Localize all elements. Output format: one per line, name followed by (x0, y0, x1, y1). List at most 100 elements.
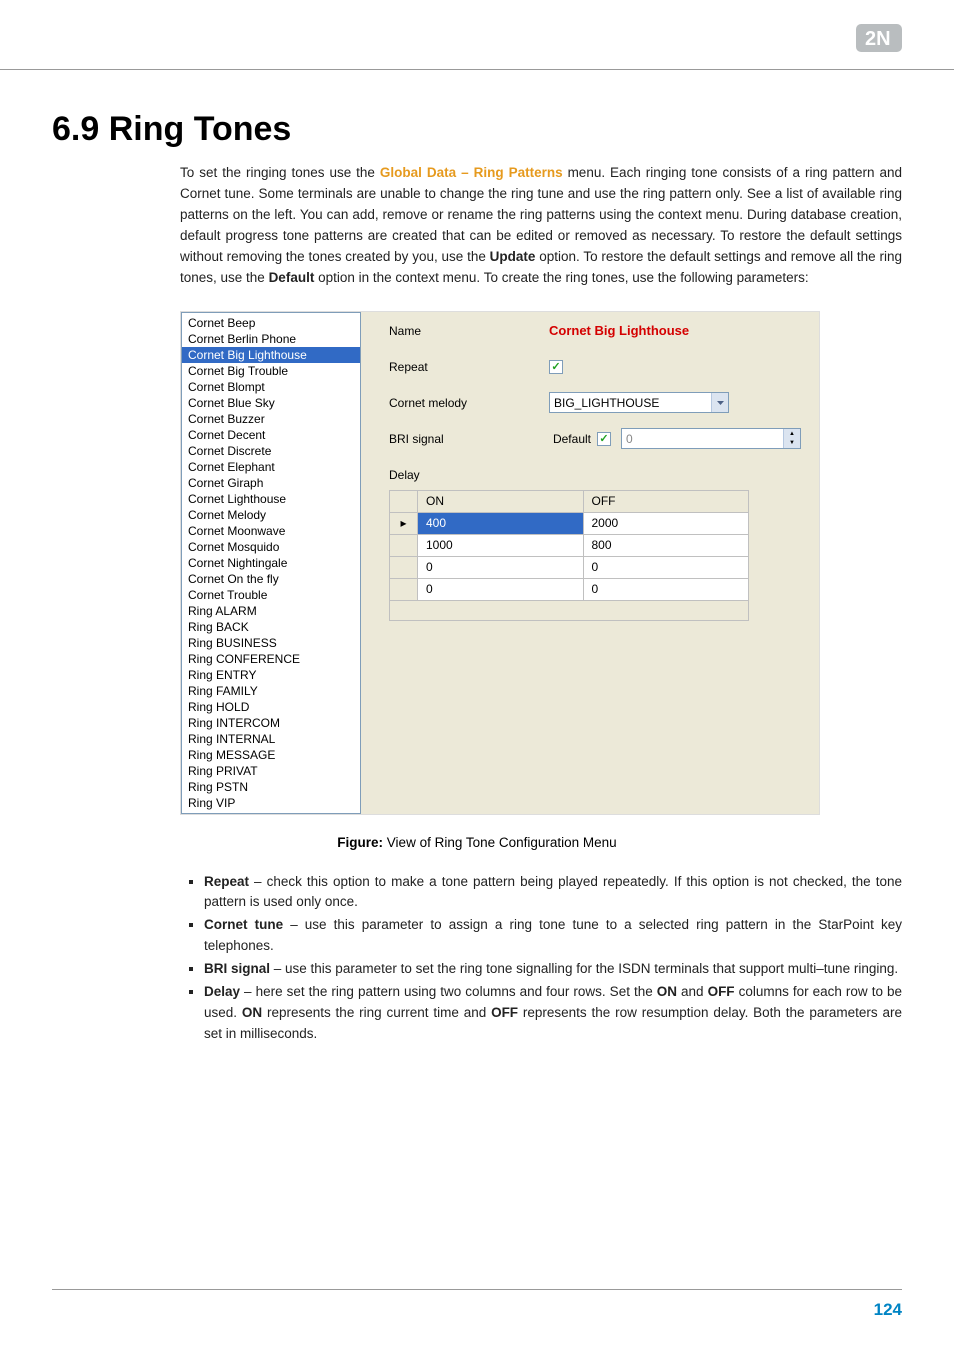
bullet-delay-t4: represents the ring current time and (262, 1005, 491, 1020)
list-item[interactable]: Ring PSTN (182, 779, 360, 795)
brand-logo: 2N (856, 24, 902, 57)
list-item[interactable]: Ring VIP (182, 795, 360, 811)
list-item[interactable]: Cornet Buzzer (182, 411, 360, 427)
bri-signal-spinner[interactable]: 0 ▲ ▼ (621, 428, 801, 449)
cell-off[interactable]: 0 (583, 578, 749, 600)
list-item[interactable]: Cornet Blompt (182, 379, 360, 395)
table-row[interactable]: ▸4002000 (390, 512, 749, 534)
list-item[interactable]: Ring PRIVAT (182, 763, 360, 779)
bri-signal-label: BRI signal (389, 432, 499, 446)
bri-signal-value: 0 (622, 432, 783, 446)
cornet-melody-label: Cornet melody (389, 396, 549, 410)
delay-col-off: OFF (583, 490, 749, 512)
list-item[interactable]: Cornet Big Lighthouse (182, 347, 360, 363)
intro-text-1: To set the ringing tones use the (180, 165, 380, 180)
bullet-delay-off1: OFF (708, 984, 735, 999)
page-number: 124 (874, 1300, 902, 1319)
bullet-delay-t2: and (677, 984, 708, 999)
table-row[interactable]: 00 (390, 556, 749, 578)
caption-bold: Figure: (337, 835, 383, 850)
delay-table[interactable]: ON OFF ▸400200010008000000 (389, 490, 749, 621)
cell-off[interactable]: 2000 (583, 512, 749, 534)
list-item[interactable]: Cornet Nightingale (182, 555, 360, 571)
list-item[interactable]: Ring HOLD (182, 699, 360, 715)
row-indicator (390, 556, 418, 578)
delay-label: Delay (389, 468, 549, 482)
bullet-delay-on1: ON (657, 984, 677, 999)
cell-on[interactable]: 1000 (418, 534, 584, 556)
bullet-delay-on2: ON (242, 1005, 262, 1020)
bullet-bri-bold: BRI signal (204, 961, 270, 976)
cell-off[interactable]: 800 (583, 534, 749, 556)
cell-off[interactable]: 0 (583, 556, 749, 578)
caption-text: View of Ring Tone Configuration Menu (383, 835, 617, 850)
name-value: Cornet Big Lighthouse (549, 323, 689, 338)
cornet-melody-dropdown[interactable]: BIG_LIGHTHOUSE (549, 392, 729, 413)
name-label: Name (389, 324, 549, 338)
list-item[interactable]: Cornet Trouble (182, 587, 360, 603)
svg-text:2N: 2N (865, 28, 891, 50)
page-title: 6.9 Ring Tones (52, 110, 902, 149)
list-item[interactable]: Ring CONFERENCE (182, 651, 360, 667)
list-item[interactable]: Cornet Discrete (182, 443, 360, 459)
bullet-repeat-bold: Repeat (204, 874, 249, 889)
cell-on[interactable]: 0 (418, 578, 584, 600)
parameter-list: Repeat – check this option to make a ton… (180, 872, 902, 1045)
chevron-down-icon[interactable] (711, 393, 728, 412)
repeat-checkbox[interactable]: ✓ (549, 360, 563, 374)
cell-on[interactable]: 400 (418, 512, 584, 534)
bullet-cornet-bold: Cornet tune (204, 917, 283, 932)
ring-pattern-list[interactable]: Cornet BeepCornet Berlin PhoneCornet Big… (181, 312, 361, 814)
list-item[interactable]: Ring ALARM (182, 603, 360, 619)
bullet-repeat-dash: – (249, 874, 267, 889)
bullet-delay-dash: – (240, 984, 256, 999)
bullet-cornet-tune: Cornet tune – use this parameter to assi… (204, 915, 902, 957)
list-item[interactable]: Ring FAMILY (182, 683, 360, 699)
list-item[interactable]: Cornet Berlin Phone (182, 331, 360, 347)
repeat-label: Repeat (389, 360, 549, 374)
bullet-delay-bold: Delay (204, 984, 240, 999)
cornet-melody-value: BIG_LIGHTHOUSE (550, 396, 711, 410)
intro-text-4: option in the context menu. To create th… (314, 270, 808, 285)
list-item[interactable]: Cornet Giraph (182, 475, 360, 491)
list-item[interactable]: Ring BACK (182, 619, 360, 635)
row-indicator (390, 534, 418, 556)
row-indicator (390, 578, 418, 600)
list-item[interactable]: Cornet Lighthouse (182, 491, 360, 507)
list-item[interactable]: Cornet Elephant (182, 459, 360, 475)
spinner-up-icon[interactable]: ▲ (783, 429, 800, 439)
list-item[interactable]: Cornet Mosquido (182, 539, 360, 555)
bullet-bri-dash: – (270, 961, 285, 976)
bullet-cornet-dash: – (283, 917, 305, 932)
list-item[interactable]: Cornet Moonwave (182, 523, 360, 539)
intro-highlight: Global Data – Ring Patterns (380, 165, 563, 180)
table-row[interactable]: 00 (390, 578, 749, 600)
bri-default-checkbox[interactable]: ✓ (597, 432, 611, 446)
intro-bold-update: Update (490, 249, 536, 264)
page-footer: 124 (52, 1289, 902, 1320)
table-row[interactable]: 1000800 (390, 534, 749, 556)
ring-pattern-form: Name Cornet Big Lighthouse Repeat ✓ Corn… (361, 312, 819, 814)
table-footer (390, 600, 749, 620)
list-item[interactable]: Cornet On the fly (182, 571, 360, 587)
config-screenshot: Cornet BeepCornet Berlin PhoneCornet Big… (180, 311, 820, 815)
list-item[interactable]: Cornet Decent (182, 427, 360, 443)
spinner-down-icon[interactable]: ▼ (783, 439, 800, 449)
list-item[interactable]: Cornet Beep (182, 315, 360, 331)
list-item[interactable]: Cornet Melody (182, 507, 360, 523)
list-item[interactable]: Ring ENTRY (182, 667, 360, 683)
bullet-delay-t1: here set the ring pattern using two colu… (256, 984, 657, 999)
bullet-repeat: Repeat – check this option to make a ton… (204, 872, 902, 914)
list-item[interactable]: Ring INTERNAL (182, 731, 360, 747)
intro-paragraph: To set the ringing tones use the Global … (180, 163, 902, 289)
row-indicator: ▸ (390, 512, 418, 534)
list-item[interactable]: Ring BUSINESS (182, 635, 360, 651)
figure-caption: Figure: View of Ring Tone Configuration … (52, 835, 902, 850)
list-item[interactable]: Ring MESSAGE (182, 747, 360, 763)
list-item[interactable]: Ring INTERCOM (182, 715, 360, 731)
list-item[interactable]: Cornet Blue Sky (182, 395, 360, 411)
bullet-cornet-text: use this parameter to assign a ring tone… (204, 917, 902, 953)
cell-on[interactable]: 0 (418, 556, 584, 578)
list-item[interactable]: Cornet Big Trouble (182, 363, 360, 379)
bullet-bri-text: use this parameter to set the ring tone … (285, 961, 898, 976)
